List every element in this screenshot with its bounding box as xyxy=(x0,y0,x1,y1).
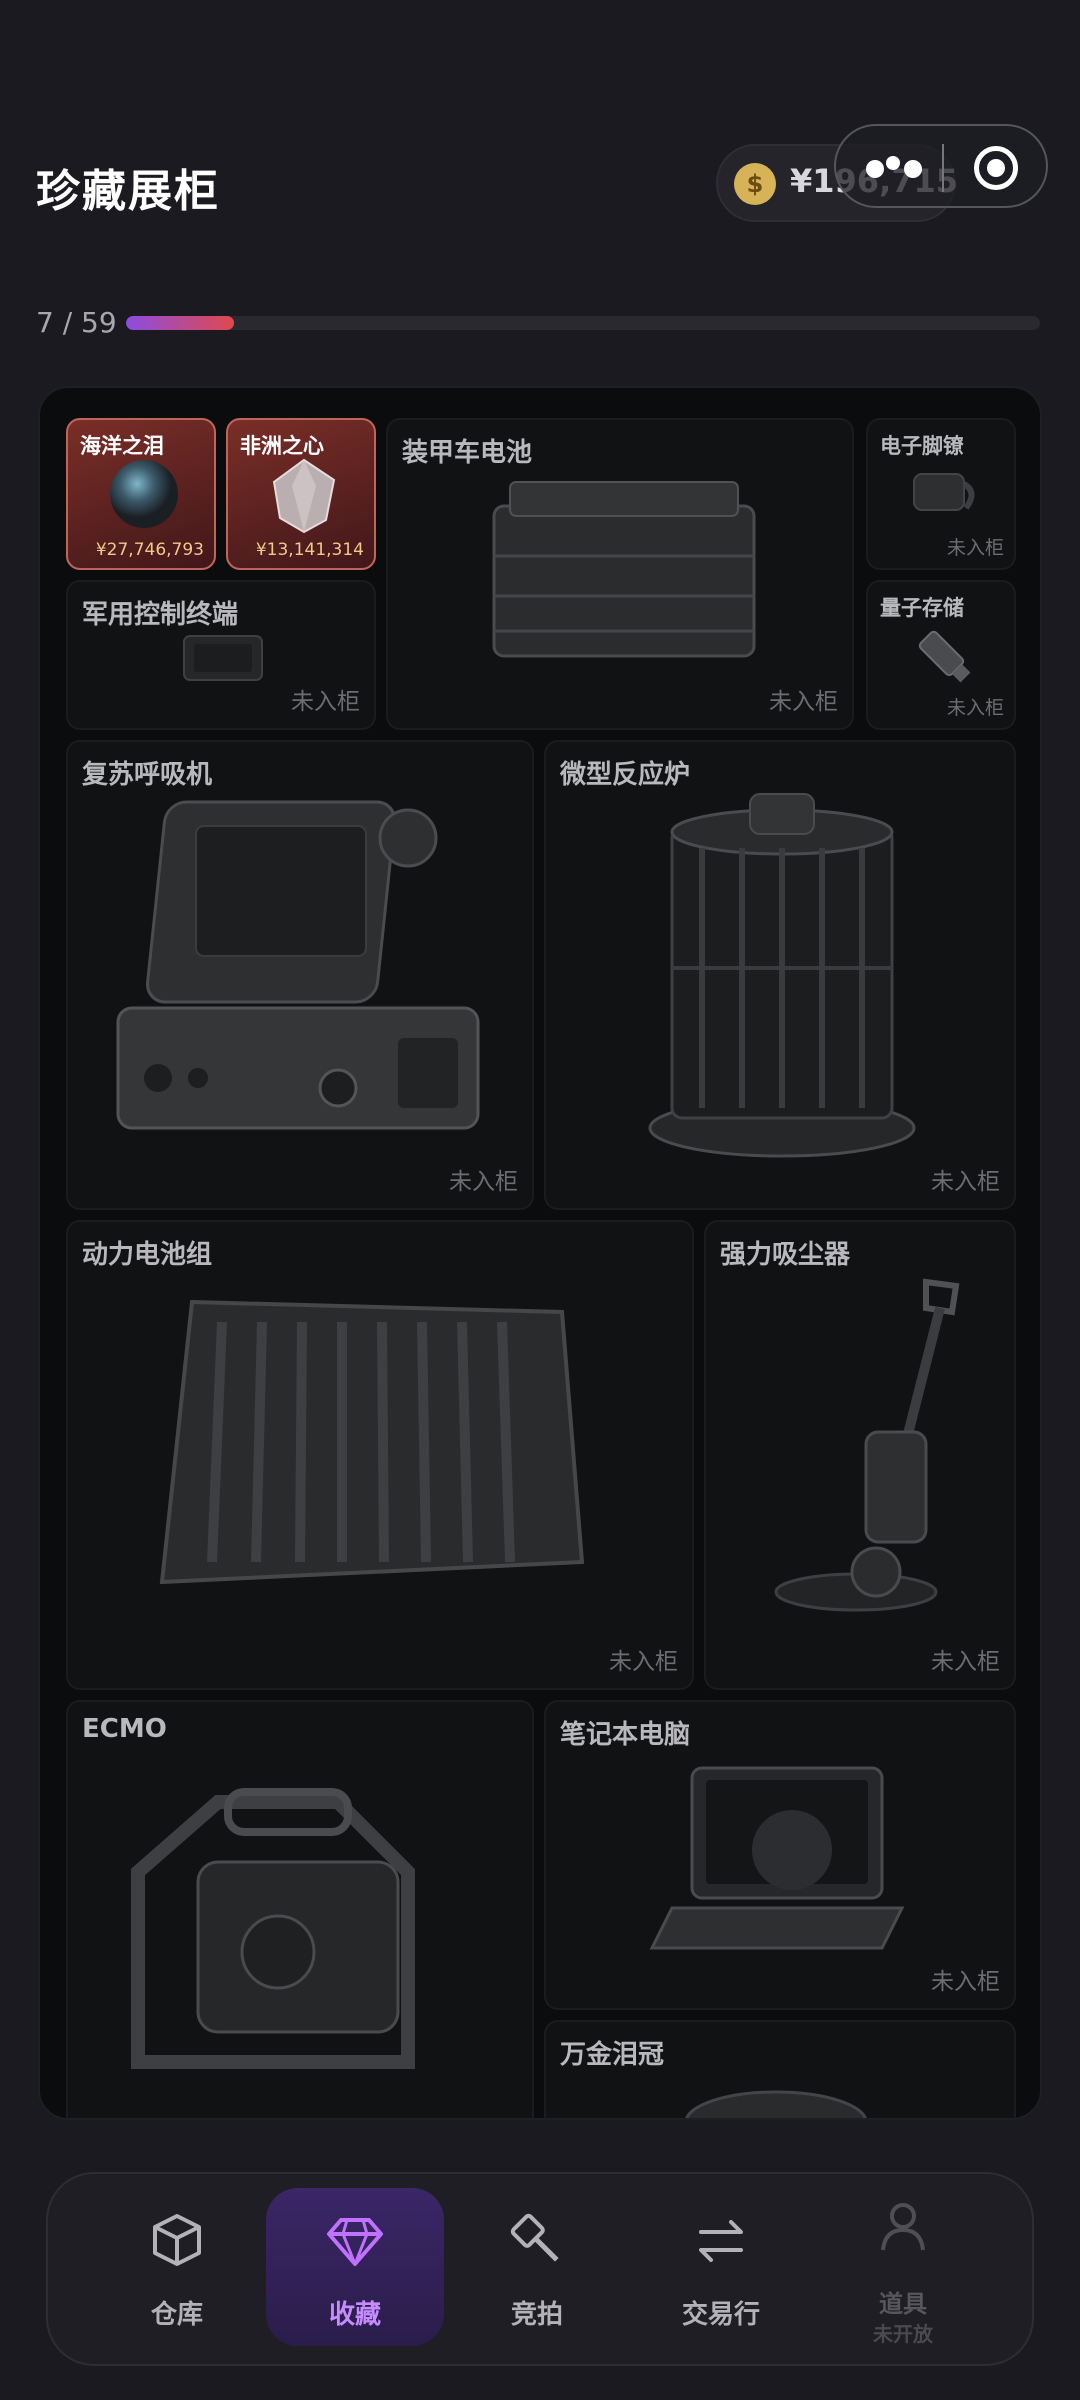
item-name: 装甲车电池 xyxy=(402,438,533,468)
cabinet-item[interactable]: 海洋之泪 ¥27,746,793 xyxy=(66,418,216,570)
item-status: 未入柜 xyxy=(931,1649,1000,1675)
item-status: 未入柜 xyxy=(609,1649,678,1675)
laptop-icon xyxy=(649,1766,905,1950)
item-name: 军用控制终端 xyxy=(82,600,239,630)
nav-label: 竞拍 xyxy=(510,2300,563,2330)
nav-item-auction[interactable]: 竞拍 xyxy=(448,2188,626,2346)
nav-item-warehouse[interactable]: 仓库 xyxy=(88,2188,266,2346)
cabinet-item[interactable]: 微型反应炉 未入柜 xyxy=(544,740,1016,1210)
armored-vehicle-battery-icon xyxy=(492,481,756,658)
nav-label: 交易行 xyxy=(681,2300,760,2330)
ocean-tear-gem-icon xyxy=(110,460,178,528)
close-miniprogram-button[interactable] xyxy=(974,146,1018,190)
diamond-icon xyxy=(327,2218,383,2266)
ankle-monitor-icon xyxy=(913,473,975,511)
micro-reactor-icon xyxy=(648,793,916,1158)
item-status: 未入柜 xyxy=(946,537,1004,559)
item-name: 强力吸尘器 xyxy=(720,1240,851,1270)
cabinet-item[interactable]: 动力电池组 未入柜 xyxy=(66,1220,694,1690)
item-name: ECMO xyxy=(82,1714,167,1744)
cabinet-item[interactable]: 电子脚镣 未入柜 xyxy=(866,418,1016,570)
miniprogram-capsule xyxy=(834,124,1048,208)
swap-arrows-icon xyxy=(699,2220,743,2262)
collection-progress-bar xyxy=(126,316,1040,330)
collection-progress-label: 7 / 59 xyxy=(36,306,117,339)
more-options-button[interactable] xyxy=(866,156,922,178)
cabinet-item[interactable]: 强力吸尘器 未入柜 xyxy=(704,1220,1016,1690)
cabinet-item[interactable]: 非洲之心 ¥13,141,314 xyxy=(226,418,376,570)
item-status: 未入柜 xyxy=(931,1169,1000,1195)
ecmo-machine-icon xyxy=(131,1788,415,2069)
nav-label: 收藏 xyxy=(328,2300,381,2330)
cabinet-item[interactable]: 万金泪冠 xyxy=(544,2020,1016,2118)
item-name: 电子脚镣 xyxy=(880,434,964,458)
cabinet-item[interactable]: ECMO xyxy=(66,1700,534,2118)
heart-of-africa-diamond-icon xyxy=(272,458,336,534)
cabinet-item[interactable]: 军用控制终端 未入柜 xyxy=(66,580,376,730)
cabinet-item[interactable]: 量子存储 未入柜 xyxy=(866,580,1016,730)
item-status: 未入柜 xyxy=(291,689,360,715)
box-icon xyxy=(153,2214,201,2266)
bottom-navigation: 仓库 收藏 竞拍 交易行 道具 未开放 xyxy=(46,2172,1034,2366)
nav-sublabel-not-open: 未开放 xyxy=(873,2322,933,2346)
item-status: 未入柜 xyxy=(769,689,838,715)
person-icon xyxy=(881,2203,925,2251)
capsule-divider xyxy=(942,144,944,192)
vacuum-cleaner-icon xyxy=(774,1278,960,1612)
nav-item-trading[interactable]: 交易行 xyxy=(632,2188,810,2346)
item-name: 复苏呼吸机 xyxy=(82,760,213,790)
quantum-storage-usb-icon xyxy=(918,630,971,683)
military-terminal-icon xyxy=(183,635,263,681)
nav-label: 仓库 xyxy=(150,2300,203,2330)
item-price: ¥27,746,793 xyxy=(95,540,204,560)
item-name: 笔记本电脑 xyxy=(560,1720,691,1750)
coin-icon: $ xyxy=(734,163,776,205)
nav-item-collection[interactable]: 收藏 xyxy=(266,2188,444,2346)
item-name: 动力电池组 xyxy=(82,1240,213,1270)
crown-icon xyxy=(685,2090,867,2118)
gavel-icon xyxy=(510,2213,559,2262)
item-name: 万金泪冠 xyxy=(560,2040,665,2070)
cabinet-item[interactable]: 装甲车电池 未入柜 xyxy=(386,418,854,730)
collection-progress-fill xyxy=(126,316,235,330)
item-status: 未入柜 xyxy=(931,1969,1000,1995)
page-title: 珍藏展柜 xyxy=(36,166,220,217)
item-name: 微型反应炉 xyxy=(560,760,691,790)
item-status: 未入柜 xyxy=(946,697,1004,719)
nav-label: 道具 xyxy=(879,2290,927,2318)
power-battery-pack-icon xyxy=(159,1299,585,1585)
cabinet-item[interactable]: 笔记本电脑 未入柜 xyxy=(544,1700,1016,2010)
nav-item-tools[interactable]: 道具 未开放 xyxy=(814,2188,992,2346)
item-name: 量子存储 xyxy=(880,596,964,620)
cabinet-item[interactable]: 复苏呼吸机 未入柜 xyxy=(66,740,534,1210)
ventilator-icon xyxy=(116,800,480,1130)
display-cabinet: 海洋之泪 ¥27,746,793 非洲之心 ¥13,141,314 装甲车电池 … xyxy=(38,386,1042,2120)
item-price: ¥13,141,314 xyxy=(255,540,364,560)
item-status: 未入柜 xyxy=(449,1169,518,1195)
